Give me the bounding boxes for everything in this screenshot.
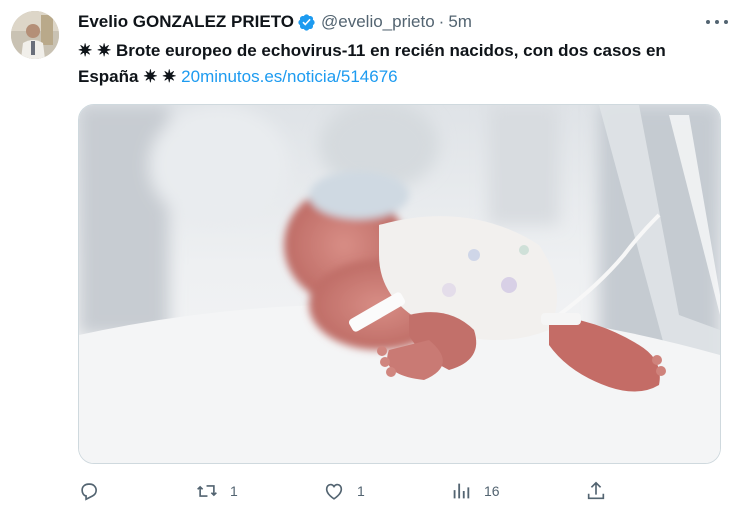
more-icon[interactable] [706, 12, 728, 32]
handle[interactable]: @evelio_prieto [321, 12, 435, 32]
views-count: 16 [484, 483, 500, 499]
verified-badge-icon[interactable] [297, 13, 316, 32]
tweet-text: ✷ ✷ Brote europeo de echovirus-11 en rec… [78, 38, 728, 90]
views-button[interactable]: 16 [450, 478, 500, 504]
separator-dot: · [438, 12, 445, 31]
more-dot [715, 20, 719, 24]
display-name[interactable]: Evelio GONZALEZ PRIETO [78, 12, 294, 32]
tweet-card[interactable]: Evelio GONZALEZ PRIETO @evelio_prieto · … [0, 0, 750, 510]
share-button[interactable] [585, 478, 607, 504]
like-button[interactable]: 1 [323, 478, 365, 504]
newborn-incubator-photo [79, 105, 720, 463]
retweet-count: 1 [230, 483, 238, 499]
avatar-photo [11, 11, 59, 59]
article-link[interactable]: 20minutos.es/noticia/514676 [181, 67, 397, 86]
reply-button[interactable] [78, 478, 112, 504]
tweet-media-image[interactable] [78, 104, 721, 464]
sparkle-emoji-suffix: ✷ ✷ [143, 67, 177, 86]
sparkle-emoji-prefix: ✷ ✷ [78, 41, 112, 60]
views-icon [453, 483, 470, 499]
action-bar: 1 1 16 [78, 478, 638, 504]
timestamp[interactable]: 5m [448, 12, 472, 32]
tweet-header: Evelio GONZALEZ PRIETO @evelio_prieto · … [78, 10, 472, 34]
retweet-button[interactable]: 1 [196, 478, 238, 504]
retweet-icon [197, 485, 217, 497]
share-icon [587, 481, 605, 500]
more-dot [724, 20, 728, 24]
reply-icon [81, 483, 97, 501]
like-count: 1 [357, 483, 365, 499]
like-icon [325, 483, 343, 500]
avatar[interactable] [11, 11, 59, 59]
more-dot [706, 20, 710, 24]
